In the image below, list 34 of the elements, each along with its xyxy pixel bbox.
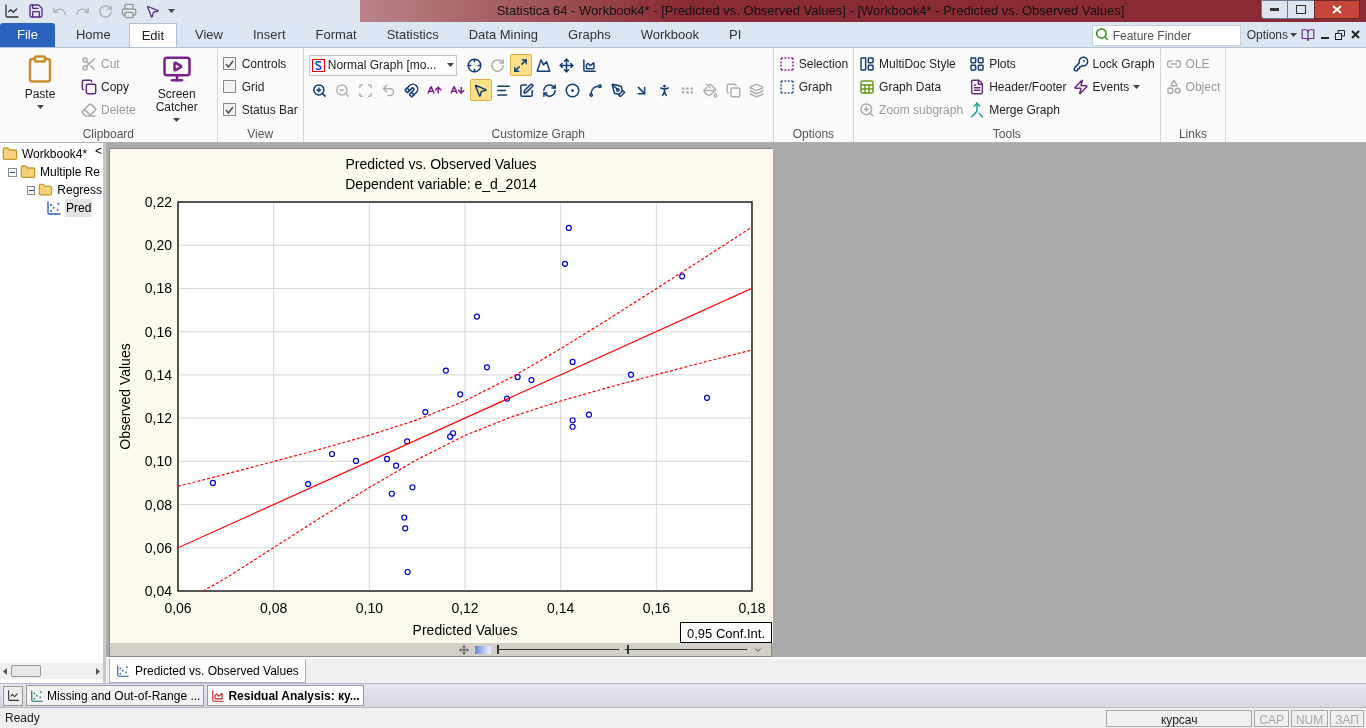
chart-subtitle: Dependent variable: e_d_2014 <box>345 176 537 192</box>
x-tick-label: 0,18 <box>738 600 766 616</box>
y-tick-label: 0,10 <box>144 453 172 470</box>
status-pane: курсач <box>1106 709 1253 727</box>
y-tick-label: 0,14 <box>144 366 172 383</box>
group-label: View <box>246 126 275 142</box>
x-tick-label: 0,06 <box>164 600 192 616</box>
status-text: Ready <box>5 710 41 727</box>
y-tick-label: 0,16 <box>144 323 172 340</box>
x-axis-label: Predicted Values <box>412 622 518 638</box>
y-tick-label: 0,08 <box>144 496 172 513</box>
x-tick-label: 0,14 <box>547 600 575 616</box>
window-title: Statistica 64 - Workbook4* - [Predicted vs. Observed Values] - [Workbook4* - Predicted vs. Observed Values] <box>495 2 1126 21</box>
legend: 0,95 Conf.Int. <box>680 622 772 643</box>
x-tick-label: 0,16 <box>642 600 670 616</box>
chart-title: Predicted vs. Observed Values <box>345 156 537 172</box>
group-label: Customize Graph <box>490 126 586 142</box>
y-tick-label: 0,06 <box>144 539 172 556</box>
y-tick-label: 0,20 <box>144 237 172 254</box>
group-label: Clipboard <box>81 126 136 142</box>
y-tick-label: 0,04 <box>144 583 172 599</box>
y-tick-label: 0,22 <box>144 194 172 210</box>
group-label: Links <box>1177 126 1208 142</box>
status-pane: CAP <box>1254 709 1289 727</box>
y-tick-label: 0,12 <box>144 410 172 427</box>
status-pane: ЗАП <box>1330 709 1364 727</box>
x-tick-label: 0,10 <box>355 600 383 616</box>
group-label: Tools <box>991 126 1022 142</box>
x-tick-label: 0,08 <box>260 600 288 616</box>
status-pane: NUM <box>1290 709 1329 727</box>
y-axis-label: Observed Values <box>117 343 133 450</box>
x-tick-label: 0,12 <box>451 600 479 616</box>
group-label: Options <box>791 126 836 142</box>
y-tick-label: 0,18 <box>144 280 172 297</box>
